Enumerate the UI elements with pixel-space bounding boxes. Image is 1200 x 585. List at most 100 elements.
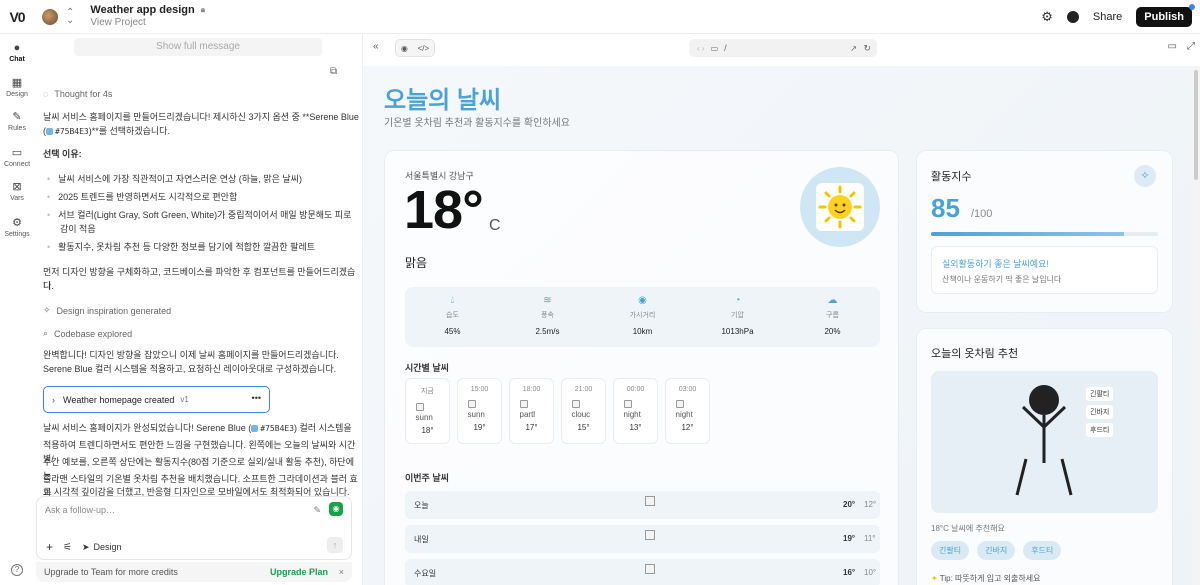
monitor-icon[interactable]: ▭ <box>711 44 719 53</box>
stat-value: 45% <box>444 327 461 336</box>
vars-icon: ⊠ <box>12 181 22 193</box>
rail-item-design[interactable]: ▦ Design <box>0 76 34 98</box>
color-swatch <box>46 128 53 136</box>
plus-icon[interactable]: + <box>46 540 53 554</box>
image-alt: sunn <box>467 410 485 419</box>
broken-image-icon: night <box>622 398 650 420</box>
week-day: 오늘 <box>414 501 429 510</box>
image-alt: night <box>675 410 693 419</box>
hour-time: 18:00 <box>522 386 541 393</box>
activity-message: 실외활동하기 좋은 날씨예요! 산책이나 운동하기 딱 좋은 날입니다 <box>931 246 1158 294</box>
outfit-tag: 긴바지 <box>1086 405 1114 419</box>
rail-label: Vars <box>10 195 24 202</box>
url-path[interactable]: / <box>724 43 727 53</box>
rail-item-chat[interactable]: ● Chat <box>0 42 34 63</box>
github-icon[interactable] <box>1066 11 1079 23</box>
stat-cloud: ☁ 구름 20% <box>785 287 880 347</box>
sliders-icon[interactable]: ⚟ <box>63 542 72 553</box>
close-icon[interactable]: × <box>339 567 344 577</box>
design-mode-button[interactable]: ➤ Design <box>82 542 122 553</box>
fullscreen-icon[interactable]: ⤢ <box>1187 41 1195 52</box>
chat-icon: ● <box>13 42 21 54</box>
reason-item: • 날씨 서비스에 가장 직관적이고 자연스러운 연상 (하늘, 맑은 날씨) <box>47 174 302 184</box>
stat-value: 1013hPa <box>721 327 754 336</box>
preview-scrollbar[interactable] <box>1192 66 1200 585</box>
version-label: Weather homepage created <box>63 394 175 405</box>
outfit-tip-text: Tip: 따뜻하게 입고 외출하세요 <box>939 574 1041 583</box>
upgrade-plan-link[interactable]: Upgrade Plan <box>270 567 328 577</box>
stat-name: 습도 <box>446 312 459 319</box>
view-project-link[interactable]: View Project <box>90 17 205 29</box>
intro-post: )**를 선택하겠습니다. <box>88 126 170 136</box>
v0-logo[interactable]: V0 <box>0 9 34 25</box>
eye-icon[interactable]: ◉ <box>401 44 408 53</box>
rail-label: Chat <box>9 56 25 63</box>
extension-icon[interactable]: ◉ <box>329 502 343 516</box>
color-swatch <box>251 425 259 433</box>
intro-line-1: 날씨 서비스 홈페이지를 만들어드리겠습니다! 제시하신 3가지 옵션 중 **… <box>43 112 359 122</box>
image-alt: partl <box>519 410 536 419</box>
follow-up-input[interactable]: Ask a follow-up… <box>45 505 115 515</box>
show-full-message-button[interactable]: Show full message <box>74 38 322 56</box>
codebase-line[interactable]: ⌕ Codebase explored <box>43 328 132 339</box>
broken-image-icon: sunn <box>414 401 442 423</box>
reason-text: 활동지수, 옷차림 추천 등 다양한 정보를 담기에 적합한 깔끔한 팔레트 <box>58 242 316 252</box>
rail-item-connect[interactable]: ▭ Connect <box>0 146 34 168</box>
stat-pressure: ◔ 기압 1013hPa <box>690 287 785 347</box>
help-icon[interactable]: ? <box>11 564 23 576</box>
external-link-icon[interactable]: ↗ <box>850 44 857 53</box>
condition: 맑음 <box>405 256 428 270</box>
sparkle-icon[interactable]: ✧ <box>1134 165 1156 187</box>
rail-label: Settings <box>4 231 30 238</box>
collapse-icon[interactable]: « <box>373 41 379 52</box>
reload-icon[interactable]: ↻ <box>863 43 871 54</box>
preview-panel: « ◉ </> ‹ › ▭ / ↗ ↻ ▭ ⤢ 오늘의 날씨 기온별 옷차림 추… <box>362 34 1200 585</box>
code-icon[interactable]: </> <box>418 44 430 53</box>
top-bar: V0 ⌃ ⌄ Weather app design 🔒︎ View Project… <box>0 0 1200 34</box>
pen-icon[interactable]: ✎ <box>313 505 321 516</box>
layout-icon[interactable]: ▭ <box>1168 41 1177 52</box>
stat-wind: ≋ 풍속 2.5m/s <box>500 287 595 347</box>
hour-temp: 18° <box>421 426 434 435</box>
outfit-pill: 후드티 <box>1023 541 1062 560</box>
week-low: 12° <box>864 500 877 509</box>
thought-line[interactable]: ◌ Thought for 4s <box>43 89 112 99</box>
project-title: Weather app design <box>90 4 195 16</box>
rail-item-rules[interactable]: ✎ Rules <box>0 110 34 132</box>
outfit-pill: 긴팔티 <box>931 541 970 560</box>
more-icon[interactable]: ••• <box>252 393 261 403</box>
hourly-item: 15:00 sunn 19° <box>457 378 502 444</box>
activity-score: 85 <box>931 193 960 223</box>
reason-title: 선택 이유: <box>43 149 82 159</box>
hour-temp: 13° <box>629 423 642 432</box>
back-forward-icon[interactable]: ‹ › <box>697 44 705 53</box>
hourly-item: 18:00 partl 17° <box>509 378 554 444</box>
rail-item-vars[interactable]: ⊠ Vars <box>0 180 34 202</box>
reason-item: • 서브 컬러(Light Gray, Soft Green, White)가 중… <box>47 210 352 220</box>
design-generated-line[interactable]: ✧ Design inspiration generated <box>43 305 171 316</box>
temp-unit: C <box>489 217 501 234</box>
send-button[interactable]: ↑ <box>327 537 343 553</box>
rail-item-settings[interactable]: ⚙ Settings <box>0 216 34 238</box>
outfit-stage: 긴팔티 긴바지 후드티 <box>931 371 1158 513</box>
copy-icon[interactable]: ⧉ <box>330 66 337 77</box>
wind-icon: ≋ <box>543 295 552 306</box>
outfit-title: 오늘의 옷차림 추천 <box>931 348 1019 360</box>
share-button[interactable]: Share <box>1093 11 1122 23</box>
plan-line-1: 먼저 디자인 방향을 구체화하고, 코드베이스를 파악한 후 컴포넌트를 만들어… <box>43 267 356 291</box>
publish-button[interactable]: Publish <box>1136 4 1195 27</box>
outfit-pills: 긴팔티 긴바지 후드티 <box>931 541 1062 560</box>
week-high: 20° <box>843 500 856 509</box>
hour-time: 21:00 <box>574 386 593 393</box>
broken-image-icon <box>645 530 655 540</box>
project-info[interactable]: Weather app design 🔒︎ View Project <box>90 4 205 29</box>
codebase-label: Codebase explored <box>54 328 133 339</box>
eye-icon: ◉ <box>638 295 647 306</box>
avatar[interactable] <box>42 8 58 25</box>
publish-label: Publish <box>1144 11 1184 23</box>
gear-icon[interactable]: ⚙ <box>1041 9 1053 25</box>
done-hex: #75B4E3 <box>260 424 295 433</box>
chevron-updown-icon[interactable]: ⌃ ⌄ <box>66 7 74 25</box>
version-card[interactable]: › Weather homepage created v1 ••• <box>43 386 270 413</box>
activity-progress-bar <box>931 232 1158 236</box>
